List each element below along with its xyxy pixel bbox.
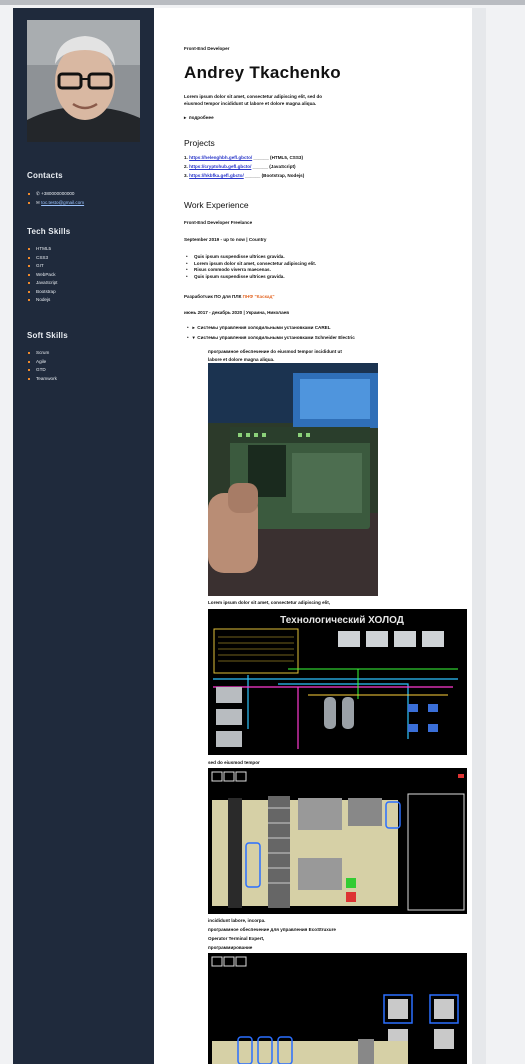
- soft-skill-item: Agile: [27, 358, 57, 367]
- project-link[interactable]: https://hkbfka.gefl.gbcto/: [189, 173, 244, 178]
- job-duty-item: Quis ipsum suspendisse ultrices gravida.: [184, 274, 316, 281]
- person-name: Andrey Tkachenko: [184, 63, 341, 82]
- soft-skill-item: Scrum: [27, 349, 57, 358]
- contact-phone[interactable]: ✆ +380000000000: [27, 190, 84, 199]
- job-duty-item: Quis ipsum suspendisse ultrices gravida.: [184, 254, 316, 261]
- project-link[interactable]: https://cryptohub.gefl.gbcto/: [189, 164, 251, 169]
- soft-skill-item: Teamwork: [27, 375, 57, 384]
- job-dates: September 2019 - up to now | Country: [184, 237, 267, 242]
- more-details-toggle[interactable]: ▸ подробнее: [184, 114, 214, 121]
- job-duty-item: Risus commodo viverra maecenas.: [184, 267, 316, 274]
- image-caption: sed do eiusmod tempor: [208, 760, 260, 765]
- contacts-list: ✆ +380000000000 ✉ toc.testo@gmail.com: [27, 190, 84, 207]
- job-title: Разработчик ПО для ПЛК ПНФ "Каскад": [184, 294, 275, 299]
- projects-list: 1. https://helenghbh.gefl.gbcto/ ______ …: [184, 154, 304, 180]
- caption-line: Operator Terminal Expert,: [208, 936, 265, 941]
- machine-hmi-screenshot: [208, 768, 467, 914]
- job-dates: июнь 2017 - декабрь 2020 | Украина, Нико…: [184, 310, 290, 315]
- collapsible-item-schneider[interactable]: • ▾ Системы управления холодильными уста…: [187, 334, 355, 341]
- job-duty-item: Lorem ipsum dolor sit amet, consectetur …: [184, 261, 316, 268]
- tech-skill-item: JavaScript: [27, 279, 57, 288]
- tech-skill-item: GIT: [27, 262, 57, 271]
- soft-skills-list: Scrum Agile GTD Teamwork: [27, 349, 57, 383]
- job-duties-list: Quis ipsum suspendisse ultrices gravida.…: [184, 254, 316, 280]
- company-link[interactable]: ПНФ "Каскад": [243, 294, 275, 299]
- tech-skill-item: CSS3: [27, 254, 57, 263]
- intro-line-1: Lorem ipsum dolor sit amet, consectetur …: [184, 94, 323, 99]
- tech-skill-item: Bootstrap: [27, 288, 57, 297]
- caption-line: программное обеспечение для управления E…: [208, 927, 336, 932]
- caption-line: incididunt labore, incorpa.: [208, 918, 266, 923]
- tech-skills-heading: Tech Skills: [27, 227, 71, 236]
- project-link[interactable]: https://helenghbh.gefl.gbcto/: [189, 155, 252, 160]
- project-item: 2. https://cryptohub.gefl.gbcto/ ______ …: [184, 163, 296, 169]
- page-gutter: [472, 8, 486, 1064]
- caption-line: программирование: [208, 945, 253, 950]
- role-title: Front-End Developer: [184, 46, 230, 51]
- resume-page: Front-End Developer Andrey Tkachenko Lor…: [154, 8, 472, 1064]
- tech-skills-list: HTML5 CSS3 GIT WebPack JavaScript Bootstrap No…: [27, 245, 57, 305]
- program-text-line-2: labore et dolore magna aliqua.: [208, 357, 275, 362]
- image-caption: Lorem ipsum dolor sit amet, consectetur …: [208, 600, 331, 605]
- tech-skill-item: WebPack: [27, 271, 57, 280]
- tech-skill-item: HTML5: [27, 245, 57, 254]
- avatar: [27, 20, 140, 142]
- hmi-title: Технологический ХОЛОД: [280, 615, 404, 626]
- work-experience-heading: Work Experience: [184, 200, 249, 210]
- soft-skill-item: GTD: [27, 366, 57, 375]
- refrigeration-hmi-screenshot: Технологический ХОЛОД: [208, 609, 467, 755]
- soft-skills-heading: Soft Skills: [27, 331, 68, 340]
- contacts-heading: Contacts: [27, 171, 63, 180]
- collapsible-item-carel[interactable]: • ▸ Системы управления холодильными уста…: [187, 324, 331, 331]
- intro-line-2: eiusmod tempor incididunt ut labore et d…: [184, 101, 317, 106]
- project-item: 3. https://hkbfka.gefl.gbcto/ ______ (Bo…: [184, 172, 305, 178]
- tech-skill-item: Nodejs: [27, 296, 57, 305]
- sidebar: Contacts ✆ +380000000000 ✉ toc.testo@gma…: [13, 8, 154, 1064]
- browser-top-bar: [0, 0, 525, 5]
- contact-email[interactable]: ✉ toc.testo@gmail.com: [27, 199, 84, 208]
- job-title: Front-End Developer Freelance: [184, 220, 253, 225]
- projects-heading: Projects: [184, 138, 215, 148]
- project-item: 1. https://helenghbh.gefl.gbcto/ ______ …: [184, 155, 303, 160]
- program-text-line-1: программное обеспечение do eiusmod tempo…: [208, 349, 342, 354]
- plc-controller-photo: [208, 363, 378, 596]
- machine-hmi-screenshot-2: [208, 953, 467, 1064]
